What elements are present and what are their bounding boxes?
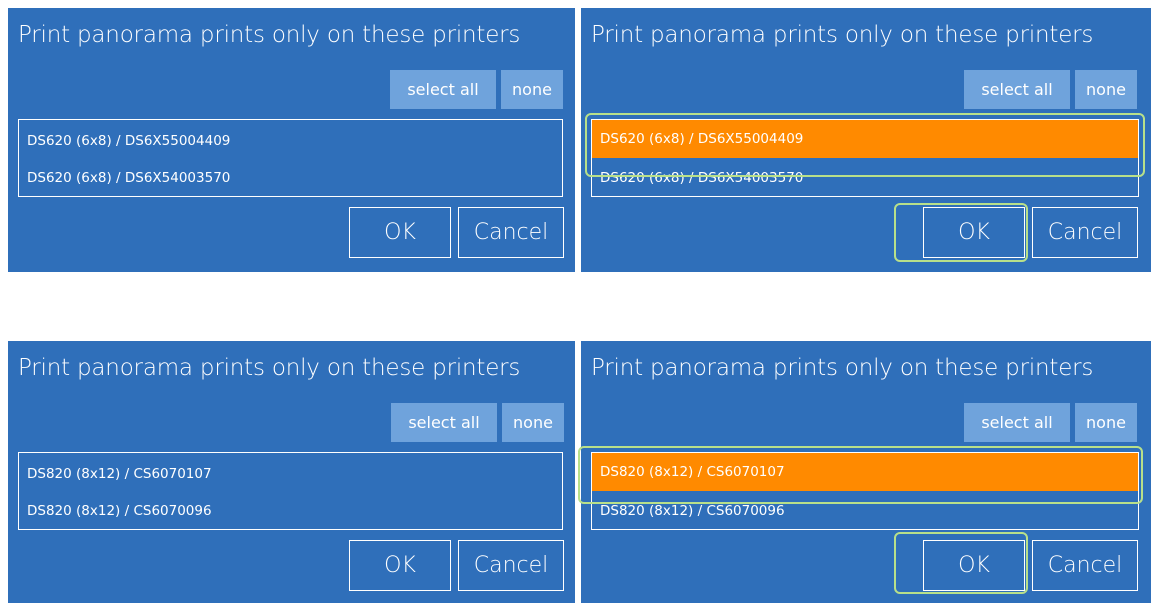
ok-button[interactable]: OK	[923, 540, 1025, 591]
printer-item-selected[interactable]: DS620 (6x8) / DS6X55004409	[592, 120, 1138, 158]
printer-selection-dialog-4: Print panorama prints only on these prin…	[581, 341, 1151, 603]
cancel-button[interactable]: Cancel	[1032, 207, 1138, 258]
select-all-button[interactable]: select all	[964, 403, 1070, 442]
none-button[interactable]: none	[501, 70, 563, 109]
printer-item[interactable]: DS820 (8x12) / CS6070096	[592, 494, 1138, 528]
printer-selection-dialog-2: Print panorama prints only on these prin…	[581, 8, 1151, 272]
printer-item[interactable]: DS620 (6x8) / DS6X54003570	[19, 161, 562, 195]
printer-item[interactable]: DS820 (8x12) / CS6070096	[19, 494, 562, 528]
cancel-button[interactable]: Cancel	[458, 540, 564, 591]
printer-list: DS620 (6x8) / DS6X55004409 DS620 (6x8) /…	[18, 119, 563, 197]
none-button[interactable]: none	[1075, 403, 1137, 442]
printer-item[interactable]: DS820 (8x12) / CS6070107	[19, 457, 562, 491]
printer-selection-dialog-1: Print panorama prints only on these prin…	[8, 8, 575, 272]
printer-item[interactable]: DS620 (6x8) / DS6X55004409	[19, 124, 562, 158]
none-button[interactable]: none	[502, 403, 564, 442]
printer-list: DS820 (8x12) / CS6070107 DS820 (8x12) / …	[591, 452, 1139, 530]
select-all-button[interactable]: select all	[964, 70, 1070, 109]
dialog-title: Print panorama prints only on these prin…	[591, 355, 1094, 381]
none-button[interactable]: none	[1075, 70, 1137, 109]
printer-list: DS820 (8x12) / CS6070107 DS820 (8x12) / …	[18, 452, 563, 530]
ok-button[interactable]: OK	[349, 207, 451, 258]
printer-list: DS620 (6x8) / DS6X55004409 DS620 (6x8) /…	[591, 119, 1139, 197]
printer-item[interactable]: DS620 (6x8) / DS6X54003570	[592, 161, 1138, 195]
printer-item-selected[interactable]: DS820 (8x12) / CS6070107	[592, 453, 1138, 491]
select-all-button[interactable]: select all	[390, 70, 496, 109]
dialog-title: Print panorama prints only on these prin…	[18, 22, 521, 48]
printer-selection-dialog-3: Print panorama prints only on these prin…	[8, 341, 575, 603]
dialog-title: Print panorama prints only on these prin…	[591, 22, 1094, 48]
cancel-button[interactable]: Cancel	[458, 207, 564, 258]
dialog-title: Print panorama prints only on these prin…	[18, 355, 521, 381]
ok-button[interactable]: OK	[923, 207, 1025, 258]
select-all-button[interactable]: select all	[391, 403, 497, 442]
ok-button[interactable]: OK	[349, 540, 451, 591]
cancel-button[interactable]: Cancel	[1032, 540, 1138, 591]
